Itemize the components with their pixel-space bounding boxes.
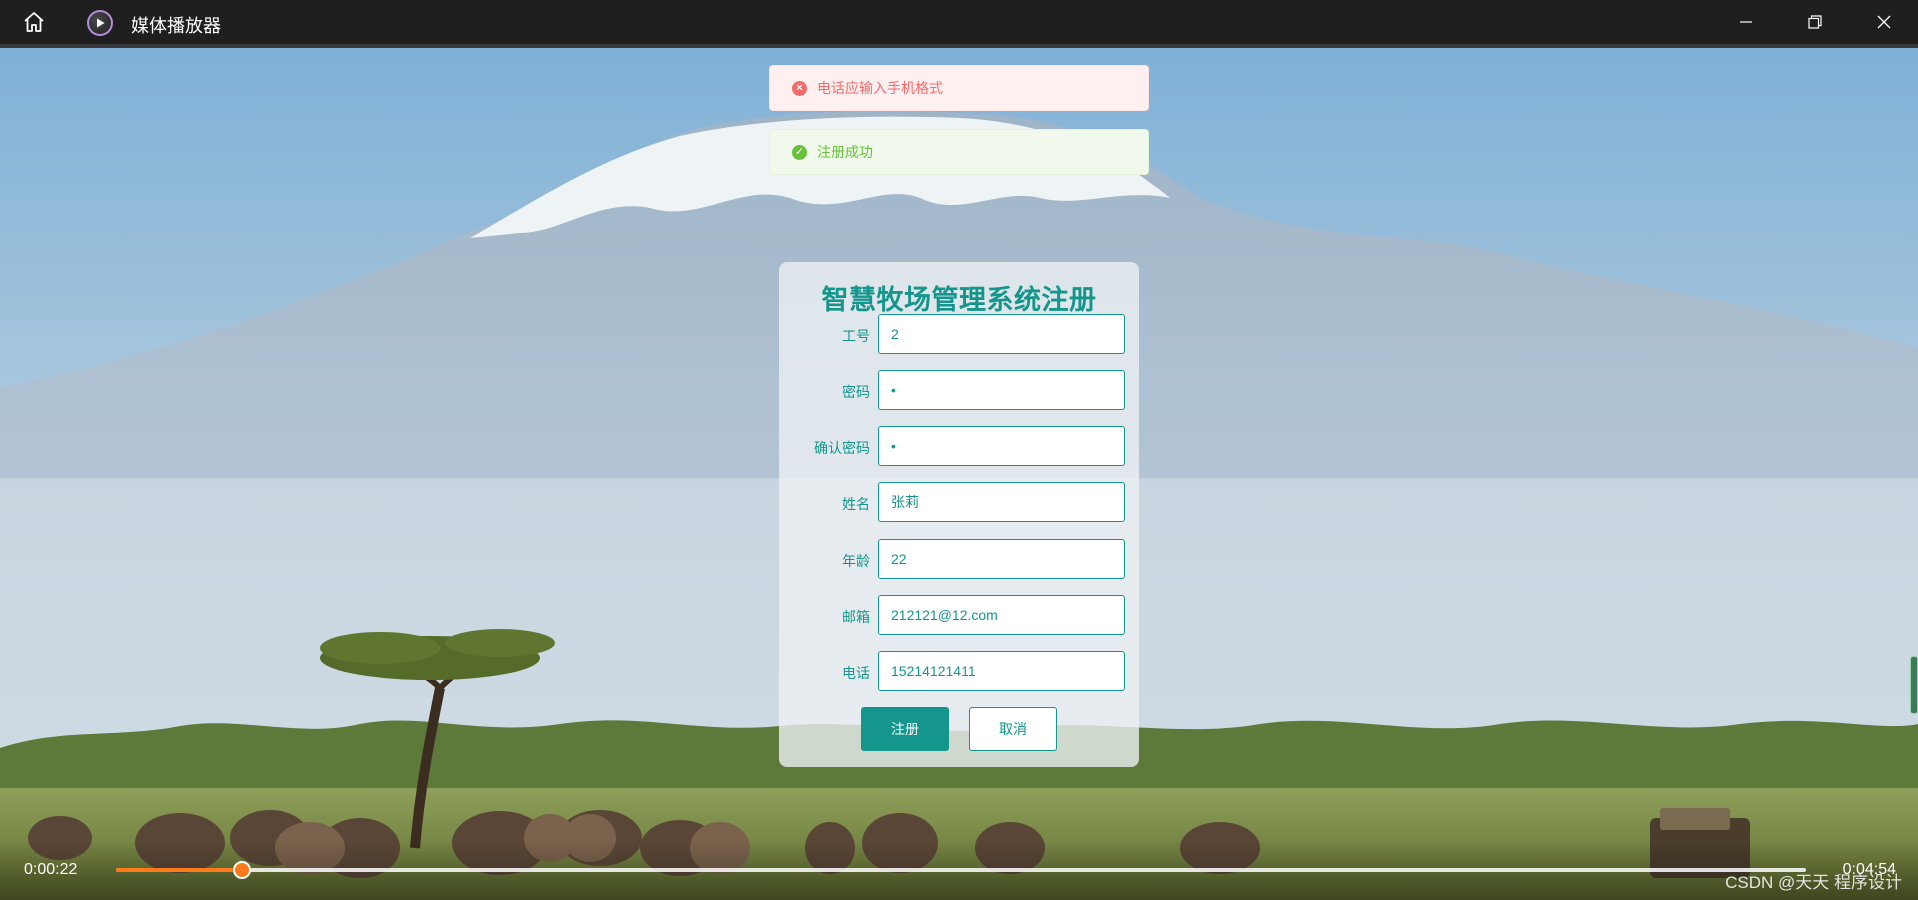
registration-card: 智慧牧场管理系统注册 工号 密码 确认密码 姓名 年龄 邮箱 电话 注册 取消 — [779, 262, 1139, 767]
media-player-icon — [87, 10, 113, 36]
window-title: 媒体播放器 — [131, 16, 221, 36]
success-message: ✓ 注册成功 — [769, 129, 1149, 175]
check-circle-icon: ✓ — [792, 144, 807, 160]
form-row-employee-id: 工号 — [779, 314, 1139, 354]
success-message-text: 注册成功 — [817, 144, 873, 160]
form-row-email: 邮箱 — [779, 595, 1139, 635]
age-label: 年龄 — [842, 553, 870, 569]
form-row-name: 姓名 — [779, 482, 1139, 522]
error-circle-icon: × — [792, 80, 807, 96]
error-message: × 电话应输入手机格式 — [769, 65, 1149, 111]
phone-input[interactable] — [878, 651, 1125, 691]
form-row-confirm-password: 确认密码 — [779, 426, 1139, 466]
form-row-age: 年龄 — [779, 539, 1139, 579]
employee-id-label: 工号 — [842, 328, 870, 344]
scroll-indicator[interactable] — [1910, 656, 1918, 714]
minimize-icon — [1740, 21, 1752, 23]
restore-button[interactable] — [1781, 0, 1849, 44]
home-icon — [24, 12, 44, 32]
title-bar: 媒体播放器 — [0, 0, 1918, 44]
email-label: 邮箱 — [842, 609, 870, 625]
name-label: 姓名 — [842, 496, 870, 512]
watermark-text: CSDN @天天 程序设计 — [1725, 873, 1902, 892]
error-message-text: 电话应输入手机格式 — [817, 80, 943, 96]
restore-icon — [1808, 15, 1822, 29]
form-title: 智慧牧场管理系统注册 — [821, 285, 1097, 315]
form-row-phone: 电话 — [779, 651, 1139, 691]
email-input[interactable] — [878, 595, 1125, 635]
close-icon — [1877, 15, 1891, 29]
password-label: 密码 — [842, 384, 870, 400]
age-input[interactable] — [878, 539, 1125, 579]
close-button[interactable] — [1850, 0, 1918, 44]
name-input[interactable] — [878, 482, 1125, 522]
cancel-button[interactable]: 取消 — [969, 707, 1057, 751]
minimize-button[interactable] — [1712, 0, 1780, 44]
form-row-password: 密码 — [779, 370, 1139, 410]
current-time: 0:00:22 — [24, 861, 78, 878]
seek-bar-progress — [116, 868, 243, 872]
home-button[interactable] — [0, 0, 68, 44]
seek-bar[interactable] — [116, 861, 1806, 879]
register-button[interactable]: 注册 — [861, 707, 949, 751]
confirm-password-label: 确认密码 — [814, 440, 870, 456]
password-input[interactable] — [878, 370, 1125, 410]
phone-label: 电话 — [842, 665, 870, 681]
confirm-password-input[interactable] — [878, 426, 1125, 466]
employee-id-input[interactable] — [878, 314, 1125, 354]
